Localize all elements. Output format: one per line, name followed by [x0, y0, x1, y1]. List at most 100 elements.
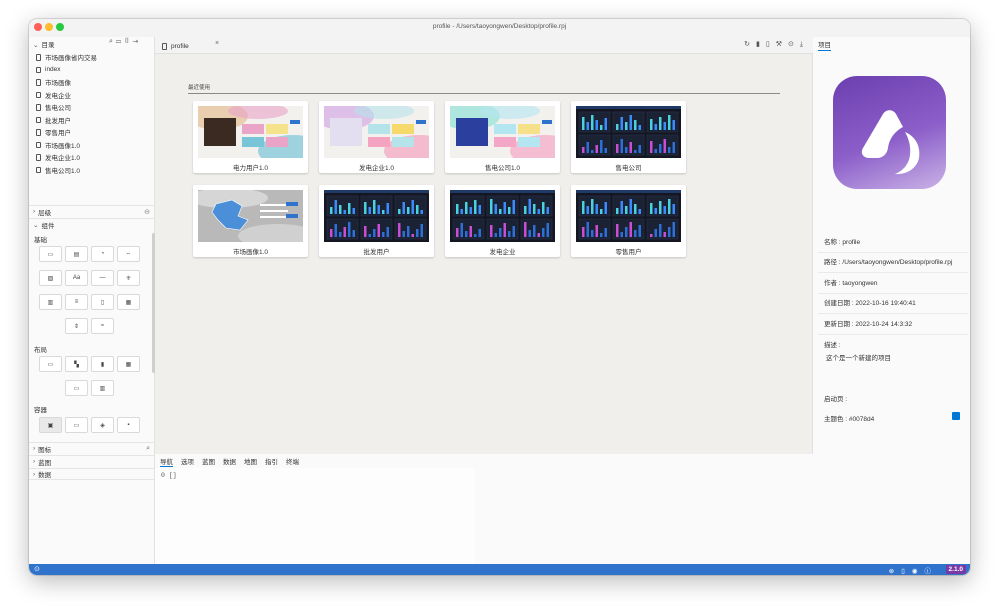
component-button[interactable]: — [91, 270, 114, 286]
hammer-icon[interactable]: ⚒ [776, 41, 788, 48]
project-card[interactable]: 电力用户1.0 [193, 101, 308, 173]
bottom-tab[interactable]: 指引 [265, 456, 278, 467]
file-item[interactable]: index [33, 64, 153, 77]
info-icon[interactable]: ⓘ [925, 568, 939, 575]
split-view-icon[interactable]: ▯ [901, 568, 912, 575]
project-card[interactable]: 售电公司1.0 [445, 101, 560, 173]
component-button[interactable]: ◔ [91, 246, 114, 262]
component-button[interactable]: ▭ [39, 356, 62, 372]
project-card[interactable]: 发电企业 [445, 185, 560, 257]
component-button[interactable]: ▥ [39, 294, 62, 310]
component-button[interactable]: ▚ [65, 356, 88, 372]
bottom-tab[interactable]: 终端 [286, 456, 299, 467]
project-card[interactable]: 售电公司 [571, 101, 686, 173]
eye-icon[interactable]: ◉ [912, 568, 925, 575]
bottom-tab[interactable]: 数据 [223, 456, 236, 467]
folder-icon[interactable]: ▭ [116, 38, 124, 45]
file-icon [36, 116, 41, 123]
component-button[interactable]: ▭ [39, 246, 62, 262]
status-circle-icon[interactable]: ⊙ [34, 565, 43, 574]
close-tab-icon[interactable]: × [215, 40, 219, 47]
mobile-icon[interactable]: ▮ [756, 41, 766, 48]
component-button[interactable]: ▭ [65, 417, 88, 433]
file-item[interactable]: 市场画像省内交易 [33, 51, 153, 64]
project-card-label: 发电企业 [489, 249, 516, 256]
description-value[interactable]: 这个是一个新建的项目 [824, 352, 968, 362]
component-button[interactable]: ▯ [91, 294, 114, 310]
component-button[interactable]: ⇔ [117, 246, 140, 262]
component-button[interactable]: ◈ [91, 417, 114, 433]
refresh-icon[interactable]: ↻ [744, 41, 756, 48]
directory-header[interactable]: ⌄ 目录 [33, 39, 54, 49]
file-item-label: 市场画像省内交易 [45, 55, 97, 63]
theme-color-swatch[interactable] [952, 412, 960, 420]
chevron-right-icon: › [33, 208, 36, 215]
search-icon[interactable]: ⌕ [146, 445, 150, 453]
project-thumbnail [576, 106, 681, 158]
project-card[interactable]: 发电企业1.0 [319, 101, 434, 173]
component-button[interactable]: ▮ [91, 356, 114, 372]
section-data[interactable]: › 数据 [29, 468, 154, 480]
close-circle-icon[interactable]: ⊗ [889, 568, 901, 575]
bottom-tab[interactable]: 地图 [244, 456, 257, 467]
project-card[interactable]: 零售用户 [571, 185, 686, 257]
tab-project[interactable]: 项目 [818, 39, 831, 51]
component-button[interactable]: Aa [65, 270, 88, 286]
bottom-tab[interactable]: 导航 [160, 456, 173, 467]
file-item[interactable]: 市场画像 [33, 76, 153, 89]
chevron-down-icon: ⌄ [33, 221, 39, 229]
page-icon[interactable]: ▯ [766, 41, 776, 48]
search-icon[interactable]: ⌕ [109, 38, 116, 45]
version-badge: 2.1.0 [945, 565, 966, 574]
start-page[interactable]: 启动页 : [818, 387, 968, 409]
section-icons[interactable]: › 图标 ⌕ [29, 442, 154, 454]
file-item[interactable]: 售电公司 [33, 101, 153, 114]
chevron-right-icon: › [33, 470, 36, 478]
component-button[interactable]: ≈ [91, 318, 114, 334]
section-blueprint[interactable]: › 蓝图 [29, 455, 154, 467]
app-window: profile - /Users/taoyongwen/Desktop/prof… [29, 19, 970, 575]
component-button[interactable]: ▪ [117, 417, 140, 433]
component-button[interactable]: ▤ [65, 246, 88, 262]
tab-profile[interactable]: profile [159, 39, 221, 54]
bottom-tab[interactable]: 选项 [181, 456, 194, 467]
file-icon [162, 43, 167, 50]
collapse-icon[interactable]: ⊖ [144, 208, 150, 216]
group-layout-label: 布局 [34, 347, 47, 354]
component-button[interactable]: ≡ [65, 294, 88, 310]
chevron-right-icon: › [33, 445, 36, 452]
directory-toolbar: ⌕▭▯⇥ [109, 38, 141, 46]
file-item[interactable]: 零售用户 [33, 126, 153, 139]
play-icon[interactable]: ⊙ [788, 41, 800, 48]
bottom-tab[interactable]: 蓝图 [202, 456, 215, 467]
component-button[interactable]: ▣ [39, 417, 62, 433]
download-icon[interactable]: ⤓ [800, 41, 809, 48]
file-item[interactable]: 发电企业1.0 [33, 151, 153, 164]
section-hierarchy[interactable]: › 层级 ⊖ [29, 205, 154, 217]
project-card[interactable]: 市场画像1.0 [193, 185, 308, 257]
component-button[interactable]: ▥ [91, 380, 114, 396]
section-components[interactable]: ⌄ 组件 [29, 218, 154, 230]
file-item-label: 发电企业 [45, 92, 71, 100]
component-button[interactable]: ▦ [117, 356, 140, 372]
project-card-label: 发电企业1.0 [358, 165, 395, 172]
console-output: 0 [] [161, 472, 177, 479]
file-icon [36, 129, 41, 136]
project-card-label: 市场画像1.0 [232, 249, 269, 256]
file-item[interactable]: 售电公司1.0 [33, 164, 153, 177]
component-button[interactable]: ⁜ [117, 270, 140, 286]
component-button[interactable]: ▭ [65, 380, 88, 396]
terminal-area[interactable] [155, 468, 475, 564]
file-item[interactable]: 市场画像1.0 [33, 139, 153, 152]
file-item[interactable]: 发电企业 [33, 89, 153, 102]
component-button[interactable]: ⇕ [65, 318, 88, 334]
project-card-label: 售电公司1.0 [484, 165, 521, 172]
theme-color-row: 主题色 : #0078d4 [818, 407, 968, 429]
file-icon[interactable]: ▯ [124, 38, 132, 45]
component-button[interactable]: ▦ [117, 294, 140, 310]
file-item[interactable]: 批发用户 [33, 114, 153, 127]
login-icon[interactable]: ⇥ [133, 38, 142, 45]
project-card[interactable]: 批发用户 [319, 185, 434, 257]
file-icon [36, 166, 41, 173]
component-button[interactable]: ▨ [39, 270, 62, 286]
